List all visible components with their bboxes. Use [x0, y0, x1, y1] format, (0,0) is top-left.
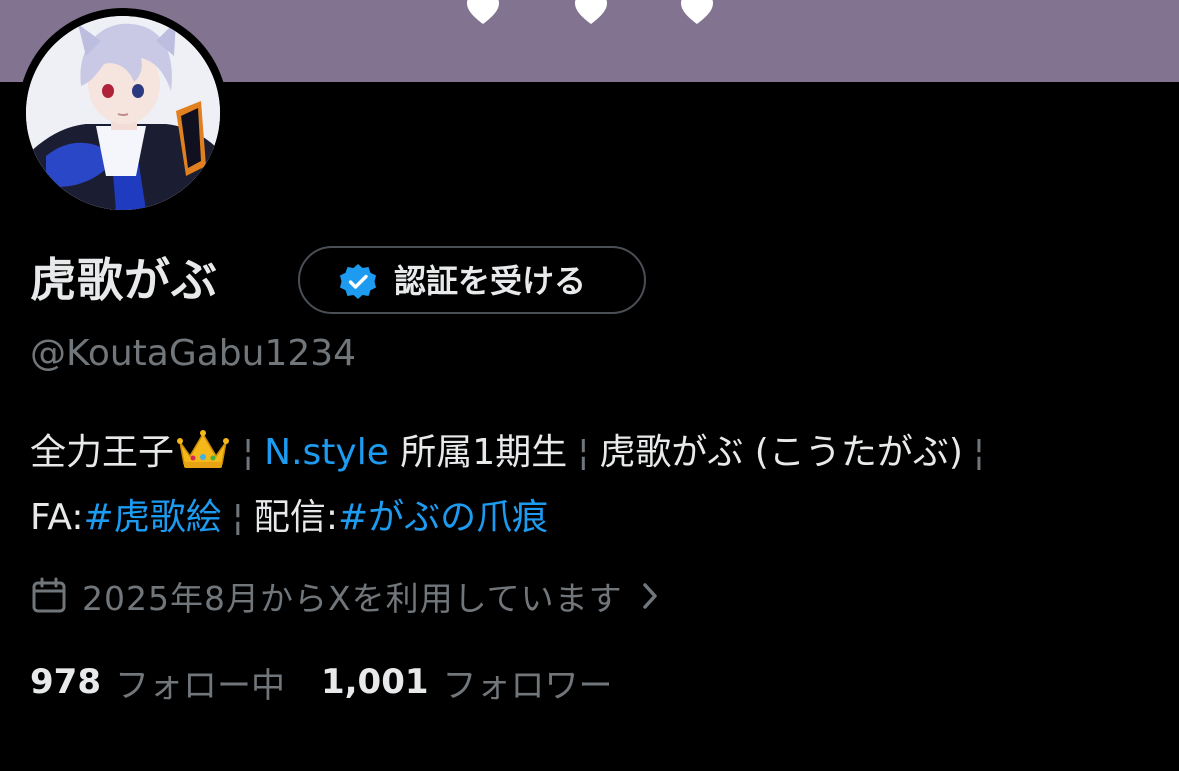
user-handle: @KoutaGabu1234 — [30, 333, 357, 374]
bio-separator: ¦ — [242, 432, 255, 473]
bio-text: 全力王子 — [30, 432, 175, 473]
bio-text: 配信: — [253, 497, 338, 538]
profile-avatar-illustration — [26, 16, 220, 210]
joined-date-text: 2025年8月からXを利用しています — [82, 579, 623, 618]
crown-emoji — [177, 430, 230, 468]
followers-link[interactable]: 1,001 フォロワー — [321, 658, 613, 707]
followers-label: フォロワー — [442, 665, 613, 706]
chevron-right-icon — [642, 583, 657, 609]
heart-icon — [681, 0, 713, 24]
following-label: フォロー中 — [114, 665, 285, 706]
heart-icon — [467, 0, 499, 24]
calendar-icon — [32, 577, 66, 613]
bio-line-1: 全力王子 ¦ N.style 所属1期生 ¦ 虎歌がぶ (こうたがぶ) ¦ — [30, 428, 1170, 478]
bio-text: 虎歌がぶ (こうたがぶ) — [599, 432, 963, 473]
avatar[interactable] — [26, 16, 220, 210]
hashtag-link[interactable]: #がぶの爪痕 — [338, 497, 548, 538]
bio-line-2: FA:#虎歌絵 ¦ 配信:#がぶの爪痕 — [30, 493, 548, 543]
verified-badge-icon — [340, 264, 376, 299]
following-count: 978 — [30, 662, 101, 702]
heart-icon — [575, 0, 607, 24]
follow-stats: 978 フォロー中 1,001 フォロワー — [30, 658, 613, 706]
bio-link-nstyle[interactable]: N.style — [264, 432, 389, 473]
get-verified-label: 認証を受ける — [394, 262, 587, 300]
bio-text: FA: — [30, 497, 84, 538]
followers-count: 1,001 — [320, 662, 429, 702]
get-verified-button[interactable]: 認証を受ける — [298, 246, 646, 314]
display-name: 虎歌がぶ — [30, 253, 218, 307]
following-link[interactable]: 978 フォロー中 — [30, 658, 285, 707]
bio-separator: ¦ — [577, 432, 590, 473]
bio-separator: ¦ — [972, 432, 986, 473]
hashtag-link[interactable]: #虎歌絵 — [84, 497, 222, 538]
joined-date-row[interactable]: 2025年8月からXを利用しています — [30, 572, 663, 620]
bio-text: 所属1期生 — [388, 432, 568, 473]
bio-separator: ¦ — [231, 497, 244, 538]
